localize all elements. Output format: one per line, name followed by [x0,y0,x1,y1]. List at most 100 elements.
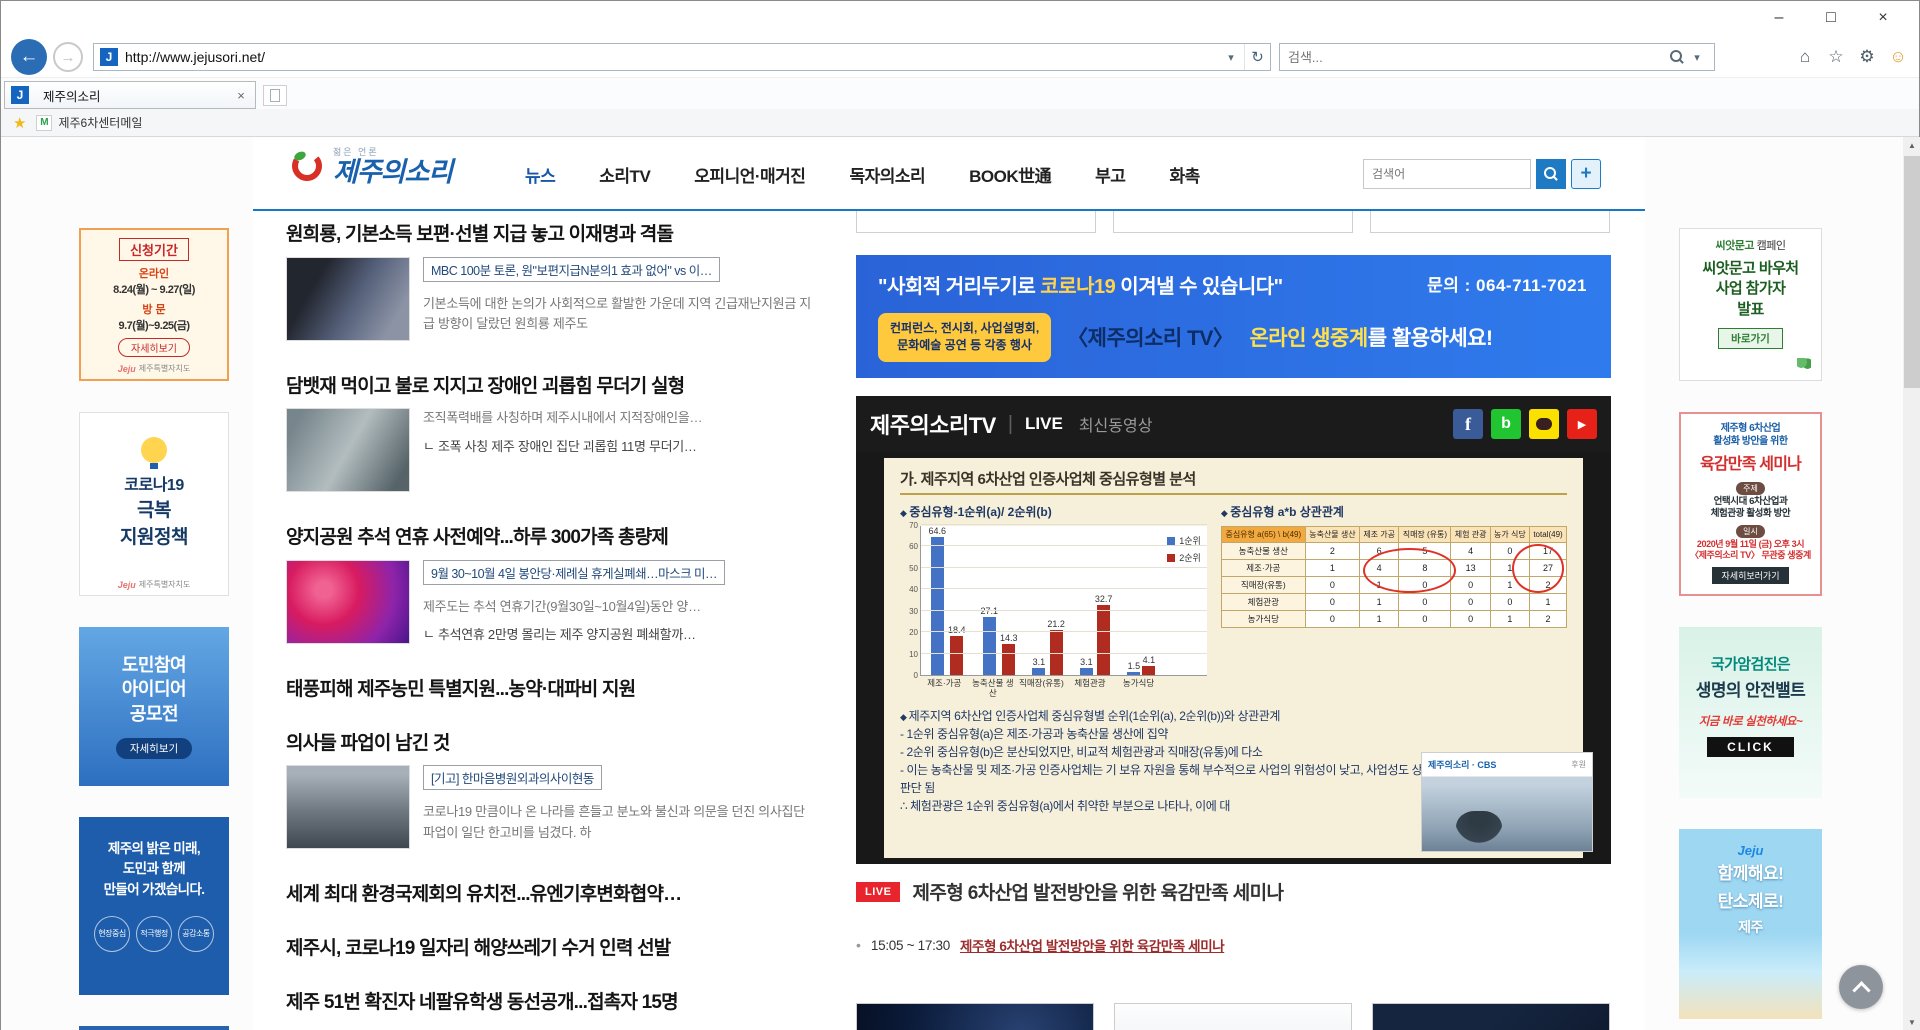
tv-brand[interactable]: 제주의소리TV [870,408,996,440]
site-search: + [1363,159,1601,189]
table-cell: 5 [1399,543,1451,560]
search-icon [1544,167,1558,181]
feedback-smiley-icon[interactable]: ☺ [1885,43,1911,71]
video-thumbnail[interactable] [1114,1003,1352,1030]
schedule-link[interactable]: 제주형 6차산업 발전방안을 위한 육감만족 세미나 [960,935,1224,955]
video-thumbnail[interactable] [856,1003,1094,1030]
site-search-input[interactable] [1363,159,1531,189]
table-cell: 1 [1360,611,1399,628]
vertical-scrollbar[interactable]: ▲ ▼ [1903,137,1920,1030]
ad-cut-off[interactable]: 함께 만들어가 [79,1026,229,1030]
chart-category-label: 농가식당 [1114,678,1163,698]
kakao-icon[interactable] [1529,409,1559,439]
table-cell: 1 [1360,577,1399,594]
news-thumbnail[interactable] [286,408,410,492]
chart-bar-group: 27.114.3 [980,606,1017,675]
chart-value-label: 4.1 [1143,655,1156,665]
nav-item-7[interactable]: 화촉 [1169,162,1199,187]
news-story-texts: [기고] 한마음병원외과의사이현동코로나19 만큼이나 온 나라를 흔들고 분노… [423,765,811,849]
scroll-to-top-button[interactable] [1839,965,1883,1009]
news-headline[interactable]: 제주 51번 확진자 네팔유학생 동선공개...접촉자 15명 [286,991,811,1016]
news-thumbnail[interactable] [286,765,410,849]
favorites-bar-star-icon[interactable]: ★ [13,114,26,132]
back-button[interactable]: ← [11,39,47,75]
scrollbar-thumb[interactable] [1904,156,1920,388]
ad-jeju-future[interactable]: 제주의 밝은 미래, 도민과 함께 만들어 가겠습니다. 현장중심 적극행정 공… [79,817,229,995]
news-headline[interactable]: 담뱃재 먹이고 불로 지지고 장애인 괴롭힘 무더기 실형 [286,375,811,400]
ad-detail-button[interactable]: 자세히보기 [118,338,190,357]
site-plus-button[interactable]: + [1571,159,1601,189]
ad-covid-support[interactable]: 코로나19 극복 지원정책 Jeju제주특별자치도 [79,412,229,596]
refresh-icon[interactable]: ↻ [1244,44,1270,70]
ad-cancer-screening[interactable]: 국가암검진은 생명의 안전밸트 지금 바로 실천하세요~ CLICK [1679,627,1822,798]
nav-item-4[interactable]: 독자의소리 [849,162,925,187]
ad-seminar[interactable]: 제주형 6차산업 활성화 방안을 위한 육감만족 세미나 주제 언택시대 6차산… [1679,412,1822,596]
favorites-bar-item[interactable]: M 제주6차센터메일 [36,114,142,131]
nav-item-3[interactable]: 오피니언·매거진 [694,162,805,187]
favorites-star-icon[interactable]: ☆ [1823,43,1849,71]
address-bar[interactable]: J http://www.jejusori.net/ ▾ ↻ [93,43,1271,71]
ad-go-button[interactable]: 바로가기 [1718,328,1783,349]
ad-detail-button[interactable]: 자세히보기 [116,738,192,759]
news-story: 세계 최대 환경국제회의 유치전...유엔기후변화협약… [286,883,811,908]
covid-live-broadcast-banner[interactable]: "사회적 거리두기로 코로나19 이겨낼 수 있습니다" 문의 : 064-71… [856,255,1611,378]
news-thumbnail[interactable] [286,257,410,341]
news-headline[interactable]: 원희룡, 기본소득 보편·선별 지급 놓고 이재명과 격돌 [286,223,811,248]
news-thumbnail[interactable] [286,560,410,644]
youtube-icon[interactable]: ▶ [1567,409,1597,439]
ad-seed-bookstore[interactable]: 씨앗문고 캠페인 씨앗문고 바우처 사업 참가자 발표 바로가기 [1679,228,1822,381]
tv-latest-label[interactable]: 최신동영상 [1079,412,1153,436]
news-story: 제주 51번 확진자 네팔유학생 동선공개...접촉자 15명 [286,991,811,1016]
news-story: 태풍피해 제주농민 특별지원...농약·대파비 지원 [286,678,811,703]
video-player[interactable]: 가. 제주지역 6차산업 인증사업체 중심유형별 분석 중심유형-1순위(a)/… [856,452,1611,864]
schedule-time: 15:05 ~ 17:30 [871,938,950,953]
chart-category-label: 농축산물 생산 [969,678,1018,698]
news-headline[interactable]: 양지공원 추석 연휴 사전예약...하루 300가족 총량제 [286,526,811,551]
chart-category-label: 체험관광 [1066,678,1115,698]
site-logo[interactable]: 젊은 언론 제주의소리 [289,145,452,188]
tv-live-label[interactable]: LIVE [1025,414,1063,434]
window-minimize-button[interactable]: – [1753,3,1805,33]
scrollbar-up-arrow[interactable]: ▲ [1903,137,1920,154]
news-related-link[interactable]: ㄴ 추석연휴 2만명 몰리는 제주 양지공원 폐쇄할까… [423,624,811,643]
nav-item-2[interactable]: 소리TV [599,162,650,187]
home-icon[interactable]: ⌂ [1792,43,1818,71]
new-tab-button[interactable] [263,85,287,106]
autocomplete-dropdown-icon[interactable]: ▾ [1218,44,1244,70]
nav-item-1[interactable]: 뉴스 [525,162,555,187]
news-related-link[interactable]: ㄴ 조폭 사칭 제주 장애인 집단 괴롭힘 11명 무더기… [423,436,811,455]
search-provider-dropdown-icon[interactable]: ▾ [1684,44,1710,70]
band-icon[interactable]: b [1491,409,1521,439]
forward-button[interactable]: → [53,42,83,72]
table-cell: 0 [1399,577,1451,594]
browser-tab[interactable]: J 제주의소리 × [4,81,256,109]
browser-search-input[interactable] [1288,50,1670,65]
nav-item-5[interactable]: BOOK世通 [969,162,1051,187]
scrollbar-down-arrow[interactable]: ▼ [1903,1014,1920,1030]
value-badge: 적극행정 [136,916,172,952]
program-title[interactable]: 제주형 6차산업 발전방안을 위한 육감만족 세미나 [912,878,1283,905]
video-thumbnail[interactable] [1372,1003,1610,1030]
facebook-icon[interactable]: f [1453,409,1483,439]
ad-carbon-zero[interactable]: Jeju 함께해요! 탄소제로! 제주 [1679,829,1822,1019]
news-headline[interactable]: 의사들 파업이 남긴 것 [286,732,811,757]
ad-application-period[interactable]: 신청기간 온라인 8.24(월) ~ 9.27(일) 방 문 9.7(월)~9.… [79,228,229,381]
nav-item-6[interactable]: 부고 [1095,162,1125,187]
tab-close-icon[interactable]: × [233,88,249,103]
settings-gear-icon[interactable]: ⚙ [1854,43,1880,71]
ad-idea-contest[interactable]: 도민참여 아이디어 공모전 자세히보기 [79,627,229,786]
window-maximize-button[interactable]: □ [1805,3,1857,33]
news-headline[interactable]: 태풍피해 제주농민 특별지원...농약·대파비 지원 [286,678,811,703]
ad-click-button[interactable]: CLICK [1707,737,1794,757]
url-text[interactable]: http://www.jejusori.net/ [125,49,1218,65]
search-icon[interactable] [1670,50,1684,64]
news-headline[interactable]: 세계 최대 환경국제회의 유치전...유엔기후변화협약… [286,883,811,908]
ad-badge: 신청기간 [119,238,189,261]
news-headline[interactable]: 제주시, 코로나19 일자리 해양쓰레기 수거 인력 선발 [286,937,811,962]
window-close-button[interactable]: × [1857,3,1909,33]
news-story-body: [기고] 한마음병원외과의사이현동코로나19 만큼이나 온 나라를 흔들고 분노… [286,765,811,849]
ad-detail-button[interactable]: 자세히보러가기 [1712,567,1790,584]
browser-search-box[interactable]: ▾ [1279,43,1715,71]
chart-value-label: 1.5 [1128,661,1141,671]
site-search-button[interactable] [1536,159,1566,189]
